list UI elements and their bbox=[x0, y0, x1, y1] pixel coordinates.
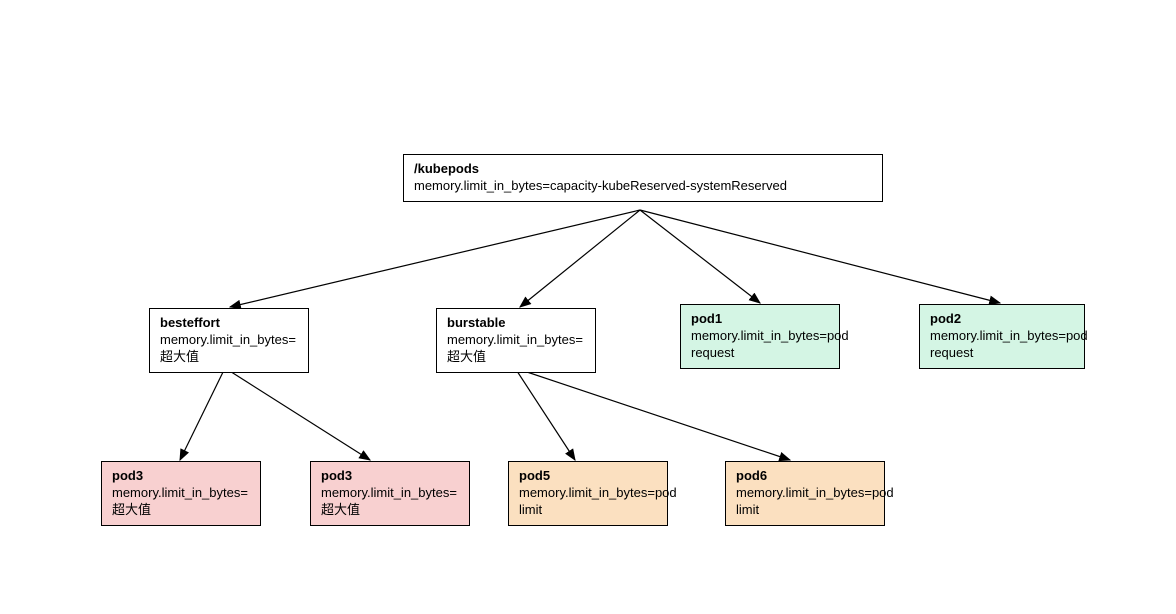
edge-root-burstable bbox=[520, 210, 640, 307]
node-pod3b: pod3 memory.limit_in_bytes=超大值 bbox=[310, 461, 470, 526]
node-title: pod3 bbox=[321, 468, 459, 485]
node-subtitle: memory.limit_in_bytes=超大值 bbox=[447, 332, 585, 366]
node-pod5: pod5 memory.limit_in_bytes=pod limit bbox=[508, 461, 668, 526]
node-burstable: burstable memory.limit_in_bytes=超大值 bbox=[436, 308, 596, 373]
edge-root-pod1 bbox=[640, 210, 760, 303]
node-title: pod3 bbox=[112, 468, 250, 485]
node-pod2: pod2 memory.limit_in_bytes=pod request bbox=[919, 304, 1085, 369]
node-besteffort: besteffort memory.limit_in_bytes=超大值 bbox=[149, 308, 309, 373]
node-subtitle: memory.limit_in_bytes=pod limit bbox=[519, 485, 657, 519]
node-pod6: pod6 memory.limit_in_bytes=pod limit bbox=[725, 461, 885, 526]
node-title: pod6 bbox=[736, 468, 874, 485]
node-subtitle: memory.limit_in_bytes=pod request bbox=[930, 328, 1074, 362]
edge-besteffort-pod3a bbox=[180, 368, 225, 460]
node-title: pod1 bbox=[691, 311, 829, 328]
node-title: /kubepods bbox=[414, 161, 872, 178]
node-title: burstable bbox=[447, 315, 585, 332]
edge-root-pod2 bbox=[640, 210, 1000, 303]
node-subtitle: memory.limit_in_bytes=pod limit bbox=[736, 485, 874, 519]
node-title: pod5 bbox=[519, 468, 657, 485]
edge-besteffort-pod3b bbox=[225, 368, 370, 460]
node-subtitle: memory.limit_in_bytes=超大值 bbox=[160, 332, 298, 366]
node-subtitle: memory.limit_in_bytes=超大值 bbox=[321, 485, 459, 519]
edge-burstable-pod5 bbox=[515, 368, 575, 460]
node-subtitle: memory.limit_in_bytes=超大值 bbox=[112, 485, 250, 519]
node-kubepods: /kubepods memory.limit_in_bytes=capacity… bbox=[403, 154, 883, 202]
node-title: besteffort bbox=[160, 315, 298, 332]
edge-burstable-pod6 bbox=[515, 368, 790, 460]
node-subtitle: memory.limit_in_bytes=pod request bbox=[691, 328, 829, 362]
node-pod1: pod1 memory.limit_in_bytes=pod request bbox=[680, 304, 840, 369]
node-pod3a: pod3 memory.limit_in_bytes=超大值 bbox=[101, 461, 261, 526]
node-subtitle: memory.limit_in_bytes=capacity-kubeReser… bbox=[414, 178, 872, 195]
edge-root-besteffort bbox=[230, 210, 640, 307]
node-title: pod2 bbox=[930, 311, 1074, 328]
